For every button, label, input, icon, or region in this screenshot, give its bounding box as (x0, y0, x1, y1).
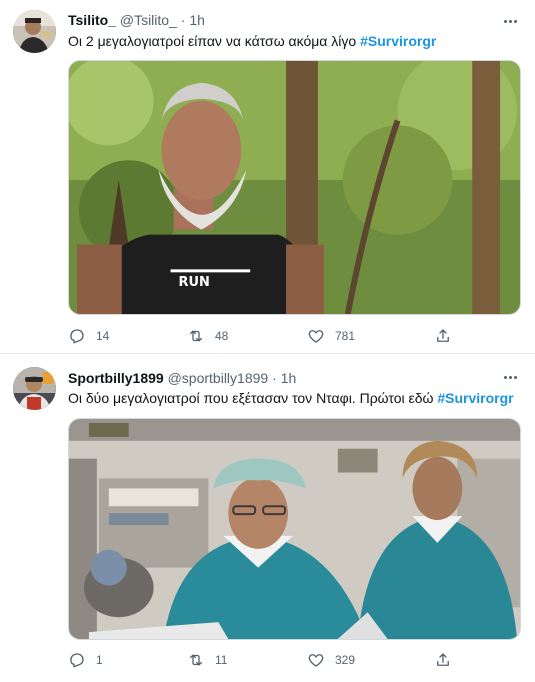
retweet-button[interactable]: 11 (187, 650, 227, 670)
tweet-body: Οι δύο μεγαλογιατροί που εξέτασαν τον Ντ… (68, 390, 434, 406)
like-count: 781 (335, 329, 356, 343)
timestamp[interactable]: 1h (281, 370, 297, 386)
display-name[interactable]: Sportbilly1899 (68, 370, 164, 386)
tweet-actions: 14 48 781 (68, 326, 468, 346)
avatar[interactable] (13, 10, 56, 53)
tweet-actions: 1 11 329 (68, 650, 468, 670)
display-name[interactable]: Tsilito_ (68, 12, 116, 28)
svg-text:RUN: RUN (179, 275, 210, 290)
retweet-count: 48 (215, 329, 229, 343)
tweet-feed: Tsilito_ @Tsilito_ · 1h Οι 2 μεγαλογιατρ… (0, 0, 535, 682)
separator: · (180, 12, 186, 28)
reply-button[interactable]: 14 (68, 326, 109, 346)
tweet-body: Οι 2 μεγαλογιατροί είπαν να κάτσω ακόμα … (68, 33, 357, 49)
tweet-text: Οι 2 μεγαλογιατροί είπαν να κάτσω ακόμα … (68, 32, 436, 50)
reply-count: 1 (96, 653, 103, 667)
user-handle[interactable]: @sportbilly1899 (168, 370, 269, 386)
retweet-icon (190, 654, 202, 666)
share-button[interactable] (434, 650, 452, 670)
tweet-image[interactable]: RUN (68, 60, 521, 315)
separator: · (272, 370, 277, 386)
like-button[interactable]: 781 (307, 326, 355, 346)
tweet-header: Sportbilly1899 @sportbilly1899 · 1h (68, 369, 296, 387)
tweet-header: Tsilito_ @Tsilito_ · 1h (68, 11, 205, 29)
like-button[interactable]: 329 (307, 650, 355, 670)
reply-button[interactable]: 1 (68, 650, 103, 670)
more-horizontal-icon[interactable] (499, 368, 521, 386)
reply-icon (70, 329, 84, 344)
heart-icon (308, 330, 324, 343)
reply-count: 14 (96, 329, 110, 343)
timestamp[interactable]: 1h (189, 12, 205, 28)
tweet-image[interactable] (68, 418, 521, 640)
tweet[interactable]: Tsilito_ @Tsilito_ · 1h Οι 2 μεγαλογιατρ… (0, 0, 535, 354)
like-count: 329 (335, 653, 356, 667)
avatar[interactable] (13, 367, 56, 410)
share-icon (437, 653, 449, 666)
retweet-count: 11 (215, 653, 228, 667)
more-horizontal-icon[interactable] (499, 12, 521, 30)
retweet-button[interactable]: 48 (187, 326, 228, 346)
share-icon (437, 329, 449, 342)
tweet-text: Οι δύο μεγαλογιατροί που εξέτασαν τον Ντ… (68, 389, 514, 407)
tweet[interactable]: Sportbilly1899 @sportbilly1899 · 1h Οι δ… (0, 354, 535, 682)
retweet-icon (190, 330, 202, 342)
reply-icon (70, 653, 84, 668)
user-handle[interactable]: @Tsilito_ (120, 12, 177, 28)
heart-icon (308, 654, 324, 667)
hashtag-link[interactable]: #Survirorgr (360, 33, 436, 49)
hashtag-link[interactable]: #Survirorgr (437, 390, 513, 406)
share-button[interactable] (434, 326, 452, 346)
